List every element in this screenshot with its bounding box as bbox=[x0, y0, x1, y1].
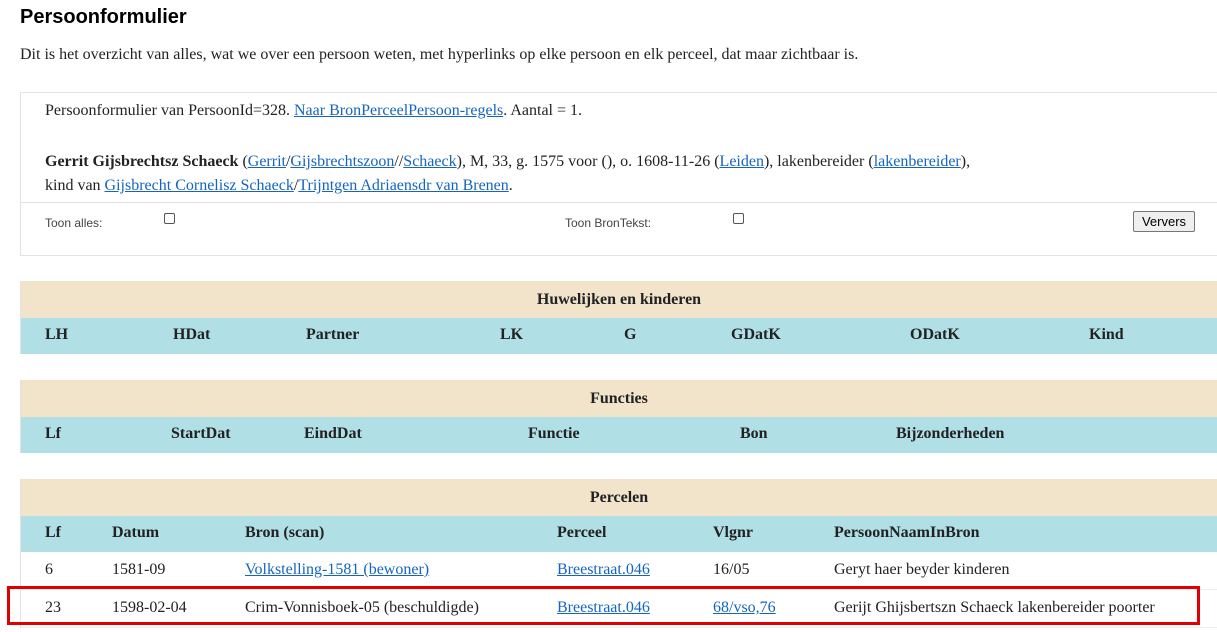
parcels-title: Percelen bbox=[21, 479, 1217, 516]
show-sourcetext-label: Toon BronTekst: bbox=[565, 216, 652, 230]
refresh-button[interactable]: Ververs bbox=[1133, 211, 1195, 232]
marriages-title: Huwelijken en kinderen bbox=[21, 281, 1217, 318]
summary-line: Persoonformulier van PersoonId=328. Naar… bbox=[45, 102, 582, 120]
show-all-checkbox[interactable] bbox=[164, 213, 175, 224]
col-perceel: Perceel bbox=[557, 524, 607, 541]
page-title: Persoonformulier bbox=[20, 6, 187, 28]
functions-header-row: Lf StartDat EindDat Functie Bon Bijzonde… bbox=[21, 417, 1217, 453]
parcels-header-row: Lf Datum Bron (scan) Perceel Vlgnr Perso… bbox=[21, 516, 1217, 552]
mother-link[interactable]: Trijntgen Adriaensdr van Brenen bbox=[298, 177, 508, 194]
summary-prefix: Persoonformulier van PersoonId=328. bbox=[45, 102, 294, 119]
cell-persoonnaam: Gerijt Ghijsbertszn Schaeck lakenbereide… bbox=[834, 599, 1155, 616]
father-link[interactable]: Gijsbrecht Cornelisz Schaeck bbox=[105, 177, 294, 194]
cell-datum: 1581-09 bbox=[112, 561, 166, 578]
patronym-link[interactable]: Gijsbrechtszoon bbox=[290, 153, 394, 170]
place-link[interactable]: Leiden bbox=[720, 153, 764, 170]
marriages-table: Huwelijken en kinderen LH HDat Partner L… bbox=[20, 281, 1217, 354]
col-functie: Functie bbox=[528, 425, 580, 442]
cell-bron-link[interactable]: Volkstelling-1581 (bewoner) bbox=[245, 561, 429, 579]
col-lk: LK bbox=[500, 326, 524, 343]
col-startdat: StartDat bbox=[171, 425, 231, 442]
firstname-link[interactable]: Gerrit bbox=[248, 153, 286, 170]
col-g: G bbox=[624, 326, 637, 343]
options-bar: Toon alles: Toon BronTekst: Ververs bbox=[21, 202, 1217, 232]
person-name: Gerrit Gijsbrechtsz Schaeck bbox=[45, 153, 239, 170]
person-vitals: ), M, 33, g. 1575 voor (), o. 1608-11-26… bbox=[456, 153, 720, 170]
summary-count: . Aantal = 1. bbox=[503, 102, 583, 119]
person-details: Gerrit Gijsbrechtsz Schaeck (Gerrit/Gijs… bbox=[45, 153, 971, 194]
col-vlgnr: Vlgnr bbox=[713, 524, 753, 541]
col-einddat: EindDat bbox=[304, 425, 362, 442]
col-lf: Lf bbox=[45, 425, 61, 442]
cell-vlgnr: 16/05 bbox=[713, 561, 750, 578]
cell-datum: 1598-02-04 bbox=[112, 599, 187, 616]
col-kind: Kind bbox=[1089, 326, 1124, 343]
functions-table: Functies Lf StartDat EindDat Functie Bon… bbox=[20, 380, 1217, 453]
parcels-table: Percelen Lf Datum Bron (scan) Perceel Vl… bbox=[20, 479, 1217, 628]
cell-perceel-link[interactable]: Breestraat.046 bbox=[557, 561, 650, 579]
col-datum: Datum bbox=[112, 524, 160, 541]
col-hdat: HDat bbox=[173, 326, 211, 343]
cell-bron: Crim-Vonnisboek-05 (beschuldigde) bbox=[245, 599, 479, 616]
surname-link[interactable]: Schaeck bbox=[403, 153, 456, 170]
source-rules-link[interactable]: Naar BronPerceelPersoon-regels bbox=[294, 102, 503, 119]
col-gdatk: GDatK bbox=[731, 326, 781, 343]
col-partner: Partner bbox=[306, 326, 360, 343]
col-lf: Lf bbox=[45, 524, 61, 541]
cell-lf: 23 bbox=[45, 599, 61, 616]
cell-vlgnr-link[interactable]: 68/vso,76 bbox=[713, 599, 776, 617]
page-intro: Dit is het overzicht van alles, wat we o… bbox=[20, 46, 859, 63]
col-bon: Bon bbox=[740, 425, 768, 442]
col-persoonnaam: PersoonNaamInBron bbox=[834, 524, 980, 541]
show-sourcetext-checkbox[interactable] bbox=[733, 213, 744, 224]
col-bron: Bron (scan) bbox=[245, 524, 325, 541]
cell-persoonnaam: Geryt haer beyder kinderen bbox=[834, 561, 1010, 578]
col-lh: LH bbox=[45, 326, 69, 343]
show-all-label: Toon alles: bbox=[45, 216, 103, 230]
table-row: 6 1581-09 Volkstelling-1581 (bewoner) Br… bbox=[21, 552, 1217, 590]
cell-perceel-link[interactable]: Breestraat.046 bbox=[557, 599, 650, 617]
table-row: 23 1598-02-04 Crim-Vonnisboek-05 (beschu… bbox=[21, 590, 1217, 628]
functions-title: Functies bbox=[21, 380, 1217, 417]
marriages-header-row: LH HDat Partner LK G GDatK ODatK Kind bbox=[21, 318, 1217, 354]
col-bijzonderheden: Bijzonderheden bbox=[896, 425, 1005, 442]
col-odatk: ODatK bbox=[910, 326, 960, 343]
person-info-box: Persoonformulier van PersoonId=328. Naar… bbox=[20, 92, 1217, 256]
cell-lf: 6 bbox=[45, 561, 53, 578]
occupation-link[interactable]: lakenbereider bbox=[874, 153, 961, 170]
